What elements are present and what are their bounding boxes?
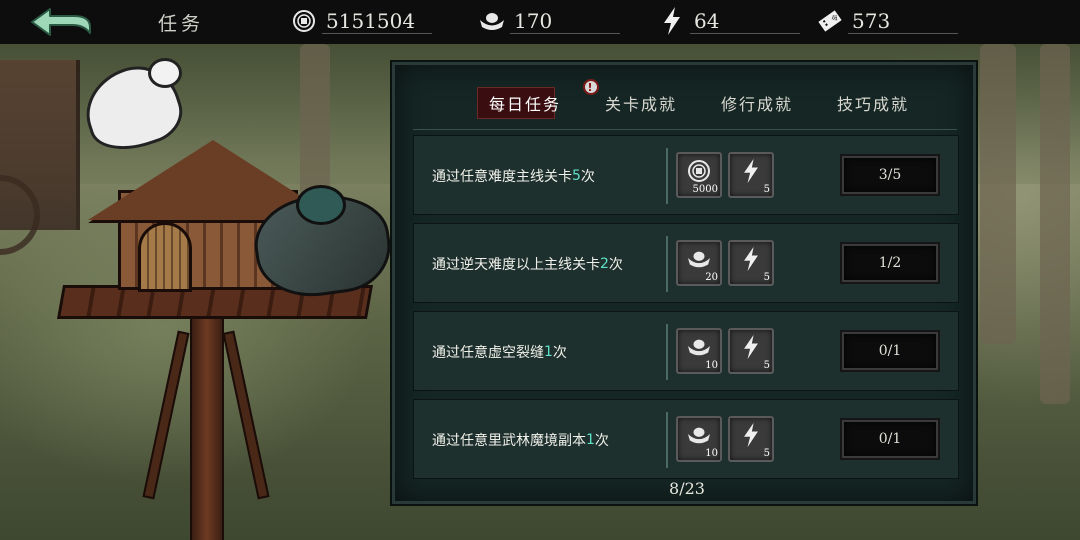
reward-quantity: 5000 [692,184,718,195]
tab-skill-achievements[interactable]: 技巧成就 [815,83,931,123]
reward-quantity: 5 [763,184,770,195]
reward-quantity: 5 [763,448,770,459]
divider [666,412,668,468]
reward-slot[interactable]: 5000 [676,152,722,198]
quest-progress: 3/5 [842,156,938,194]
quest-progress: 0/1 [842,332,938,370]
currency-tickets: 令 573 [816,4,958,38]
tab-cultivation-achievements[interactable]: 修行成就 [699,83,815,123]
tab-label: 修行成就 [720,95,793,114]
coin-icon [678,158,720,184]
dark-pigeon-head [296,185,346,225]
quest-list: 通过任意难度主线关卡 5 次 5000 5 3/5 通过逆天难度以上主线关卡 2 次 2… [413,135,959,487]
quest-count: 5 [572,168,581,184]
tab-label: 技巧成就 [836,95,909,114]
pole-strut [222,330,270,500]
divider [666,148,668,204]
tab-bar: 每日任务 ! 关卡成就 修行成就 技巧成就 [467,79,931,123]
divider [666,236,668,292]
quest-text: 通过任意里武林魔境副本 [432,433,586,449]
quest-description: 通过逆天难度以上主线关卡 2 次 [432,224,623,304]
quest-row[interactable]: 通过任意难度主线关卡 5 次 5000 5 3/5 [413,135,959,215]
quest-row[interactable]: 通过任意里武林魔境副本 1 次 10 5 0/1 [413,399,959,479]
birdhouse-pole [190,300,224,540]
quest-progress: 1/2 [842,244,938,282]
coin-icon [290,7,318,35]
quest-description: 通过任意虚空裂缝 1 次 [432,312,567,392]
tickets-value: 573 [848,9,958,34]
lightning-icon [730,246,772,272]
currency-energy: 64 [658,4,800,38]
ticket-icon: 令 [816,7,844,35]
currency-silver: 170 [478,4,620,38]
tab-label: 每日任务 [488,95,561,114]
quest-row[interactable]: 通过逆天难度以上主线关卡 2 次 20 5 1/2 [413,223,959,303]
tab-daily-quests[interactable]: 每日任务 [467,83,583,123]
silver-ingot-icon [678,422,720,448]
quest-text: 通过任意难度主线关卡 [432,169,572,185]
back-arrow-icon [31,8,91,36]
birdhouse-door [138,222,192,292]
lightning-icon [730,158,772,184]
quest-panel: 每日任务 ! 关卡成就 修行成就 技巧成就 通过任意难度主线关卡 5 次 5000 [392,62,976,504]
quest-description: 通过任意难度主线关卡 5 次 [432,136,595,216]
tab-stage-achievements[interactable]: ! 关卡成就 [583,79,699,123]
back-button[interactable] [28,5,94,39]
quest-text-suffix: 次 [594,433,609,449]
tab-label: 关卡成就 [604,95,677,114]
reward-slot[interactable]: 10 [676,328,722,374]
silver-ingot-icon [478,7,506,35]
reward-quantity: 10 [705,448,718,459]
white-pigeon-head [148,58,182,88]
tree-trunk [980,44,1016,344]
tab-divider [413,129,957,130]
silver-ingot-icon [678,334,720,360]
quest-description: 通过任意里武林魔境副本 1 次 [432,400,609,480]
reward-quantity: 20 [705,272,718,283]
reward-quantity: 5 [763,360,770,371]
reward-slot[interactable]: 5 [728,240,774,286]
page-indicator: 8/23 [669,479,705,498]
reward-quantity: 5 [763,272,770,283]
quest-text-suffix: 次 [580,169,595,185]
quest-text-suffix: 次 [608,257,623,273]
reward-slot[interactable]: 5 [728,152,774,198]
alert-badge-icon: ! [583,79,599,95]
lightning-icon [730,422,772,448]
currency-coins: 5151504 [290,4,432,38]
pole-strut [142,330,190,500]
lightning-icon [730,334,772,360]
reward-slot[interactable]: 5 [728,328,774,374]
reward-slot[interactable]: 10 [676,416,722,462]
silver-value: 170 [510,9,620,34]
top-bar: 任务 5151504 170 64 令 573 [0,0,1080,44]
reward-slot[interactable]: 5 [728,416,774,462]
quest-row[interactable]: 通过任意虚空裂缝 1 次 10 5 0/1 [413,311,959,391]
quest-count: 1 [544,344,553,360]
silver-ingot-icon [678,246,720,272]
energy-value: 64 [690,9,800,34]
quest-text: 通过逆天难度以上主线关卡 [432,257,600,273]
lightning-icon [658,7,686,35]
quest-progress: 0/1 [842,420,938,458]
page-title: 任务 [158,13,205,35]
divider [666,324,668,380]
quest-text: 通过任意虚空裂缝 [432,345,544,361]
reward-slot[interactable]: 20 [676,240,722,286]
reward-quantity: 10 [705,360,718,371]
quest-text-suffix: 次 [552,345,567,361]
tree-trunk [1040,44,1070,404]
quest-count: 2 [600,256,609,272]
quest-count: 1 [586,432,595,448]
coins-value: 5151504 [322,9,432,34]
